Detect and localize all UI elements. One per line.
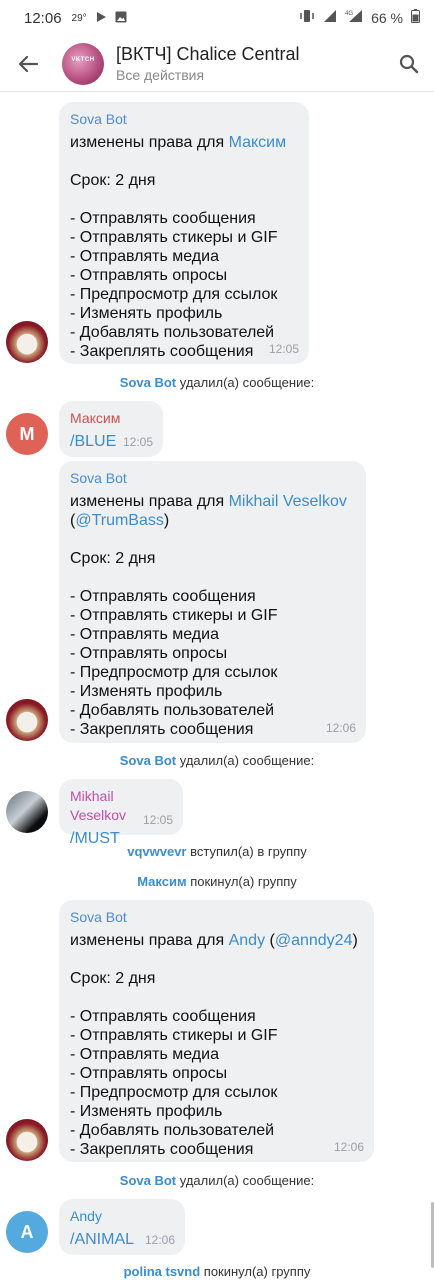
message-list[interactable]: Sova Bot изменены права для Максим Срок:… (0, 92, 434, 1280)
message-bubble[interactable]: Sova Bot изменены права для Andy (@anndy… (59, 900, 374, 1162)
vibrate-icon (299, 9, 315, 27)
message-time: 12:06 (333, 1140, 364, 1154)
sova-bot-avatar[interactable] (6, 321, 48, 363)
right-item: - Изменять профиль (70, 305, 223, 322)
message-sender[interactable]: Sova Bot (70, 908, 363, 927)
message-bubble[interactable]: Sova Bot изменены права для Максим Срок:… (59, 102, 309, 364)
right-item: - Отправлять медиа (70, 248, 219, 265)
right-item: - Отправлять сообщения (70, 588, 256, 605)
right-item: - Отправлять медиа (70, 626, 219, 643)
right-item: - Отправлять опросы (70, 1065, 228, 1082)
sova-bot-avatar[interactable] (6, 1119, 48, 1161)
right-item: - Добавлять пользователей (70, 1122, 275, 1139)
signal-4g-icon: 4G (345, 9, 363, 27)
message-time: 12:06 (144, 1233, 175, 1247)
message-sender[interactable]: Andy (70, 1207, 174, 1226)
right-item: - Закреплять сообщения (70, 721, 254, 738)
message-term: Срок: 2 дня (70, 172, 156, 189)
andy-avatar[interactable]: A (6, 1211, 48, 1253)
signal-icon (323, 9, 337, 27)
header-titles[interactable]: [ВКТЧ] Chalice Central Все действия (116, 44, 384, 83)
mikhail-avatar[interactable] (6, 791, 48, 833)
media-play-icon (95, 10, 107, 27)
message-time: 12:06 (325, 721, 356, 735)
message-term: Срок: 2 дня (70, 970, 156, 987)
message-bubble[interactable]: Sova Bot изменены права для Mikhail Vese… (59, 461, 366, 743)
message-sender[interactable]: Sova Bot (70, 110, 298, 129)
chat-subtitle: Все действия (116, 67, 205, 83)
service-message: polina tsvnd покинул(а) группу (123, 1264, 311, 1279)
right-item: - Отправлять стикеры и GIF (70, 229, 278, 246)
right-item: - Изменять профиль (70, 1103, 223, 1120)
message-term: Срок: 2 дня (70, 550, 156, 567)
status-bar: 12:06 29° 4G 66 % (0, 0, 434, 36)
right-item: - Предпросмотр для ссылок (70, 1084, 278, 1101)
right-item: - Изменять профиль (70, 683, 223, 700)
right-item: - Отправлять опросы (70, 645, 228, 662)
right-item: - Предпросмотр для ссылок (70, 664, 278, 681)
battery-percentage: 66 % (371, 10, 403, 26)
message-bubble[interactable]: Максим /BLUE 12:05 (59, 401, 163, 457)
chat-header: VKTCH [ВКТЧ] Chalice Central Все действи… (0, 36, 434, 92)
service-message: Максим покинул(а) группу (137, 874, 297, 889)
message-time: 12:05 (268, 342, 299, 356)
group-avatar[interactable]: VKTCH (62, 42, 104, 85)
battery-icon (411, 9, 420, 27)
right-item: - Добавлять пользователей (70, 702, 275, 719)
service-message: Sova Bot удалил(а) сообщение: (119, 753, 315, 768)
message-sender[interactable]: Максим (70, 409, 152, 428)
message-line: изменены права для Andy (@anndy24) (70, 932, 358, 949)
right-item: - Закреплять сообщения (70, 1141, 254, 1158)
svg-text:4G: 4G (345, 11, 353, 17)
right-item: - Предпросмотр для ссылок (70, 286, 278, 303)
chat-title: [ВКТЧ] Chalice Central (116, 44, 300, 64)
right-item: - Закреплять сообщения (70, 343, 254, 360)
message-bubble[interactable]: Mikhail Veselkov /MUST 12:05 (59, 779, 183, 847)
right-item: - Отправлять сообщения (70, 210, 256, 227)
maxim-avatar[interactable]: М (6, 413, 48, 455)
right-item: - Отправлять опросы (70, 267, 228, 284)
mention-link[interactable]: Mikhail Veselkov (229, 493, 347, 510)
message-line: (@TrumBass) (70, 512, 170, 529)
service-message: Sova Bot удалил(а) сообщение: (119, 375, 315, 390)
username-link[interactable]: @anndy24 (275, 932, 353, 949)
mention-link[interactable]: Максим (229, 134, 287, 151)
message-line: изменены права для Максим (70, 134, 287, 151)
arrow-left-icon (18, 55, 38, 72)
service-message: vqvwvevr вступил(а) в группу (127, 844, 307, 859)
right-item: - Отправлять стикеры и GIF (70, 1027, 278, 1044)
right-item: - Отправлять сообщения (70, 1008, 256, 1025)
status-temperature: 29° (71, 12, 87, 24)
group-avatar-text: VKTCH (71, 56, 95, 63)
right-item: - Отправлять медиа (70, 1046, 219, 1063)
message-line: изменены права для Mikhail Veselkov (70, 493, 347, 510)
message-sender[interactable]: Sova Bot (70, 469, 355, 488)
service-message: Sova Bot удалил(а) сообщение: (119, 1173, 315, 1188)
right-item: - Добавлять пользователей (70, 324, 275, 341)
message-time: 12:05 (142, 813, 173, 827)
sova-bot-avatar[interactable] (6, 699, 48, 741)
mention-link[interactable]: Andy (229, 932, 265, 949)
search-icon (399, 54, 419, 73)
username-link[interactable]: @TrumBass (75, 512, 164, 529)
image-icon (115, 10, 127, 27)
right-item: - Отправлять стикеры и GIF (70, 607, 278, 624)
status-time: 12:06 (24, 9, 62, 27)
back-button[interactable] (0, 36, 56, 92)
search-button[interactable] (384, 36, 434, 92)
message-bubble[interactable]: Andy /ANIMAL 12:06 (59, 1199, 185, 1255)
message-time: 12:05 (122, 435, 153, 449)
